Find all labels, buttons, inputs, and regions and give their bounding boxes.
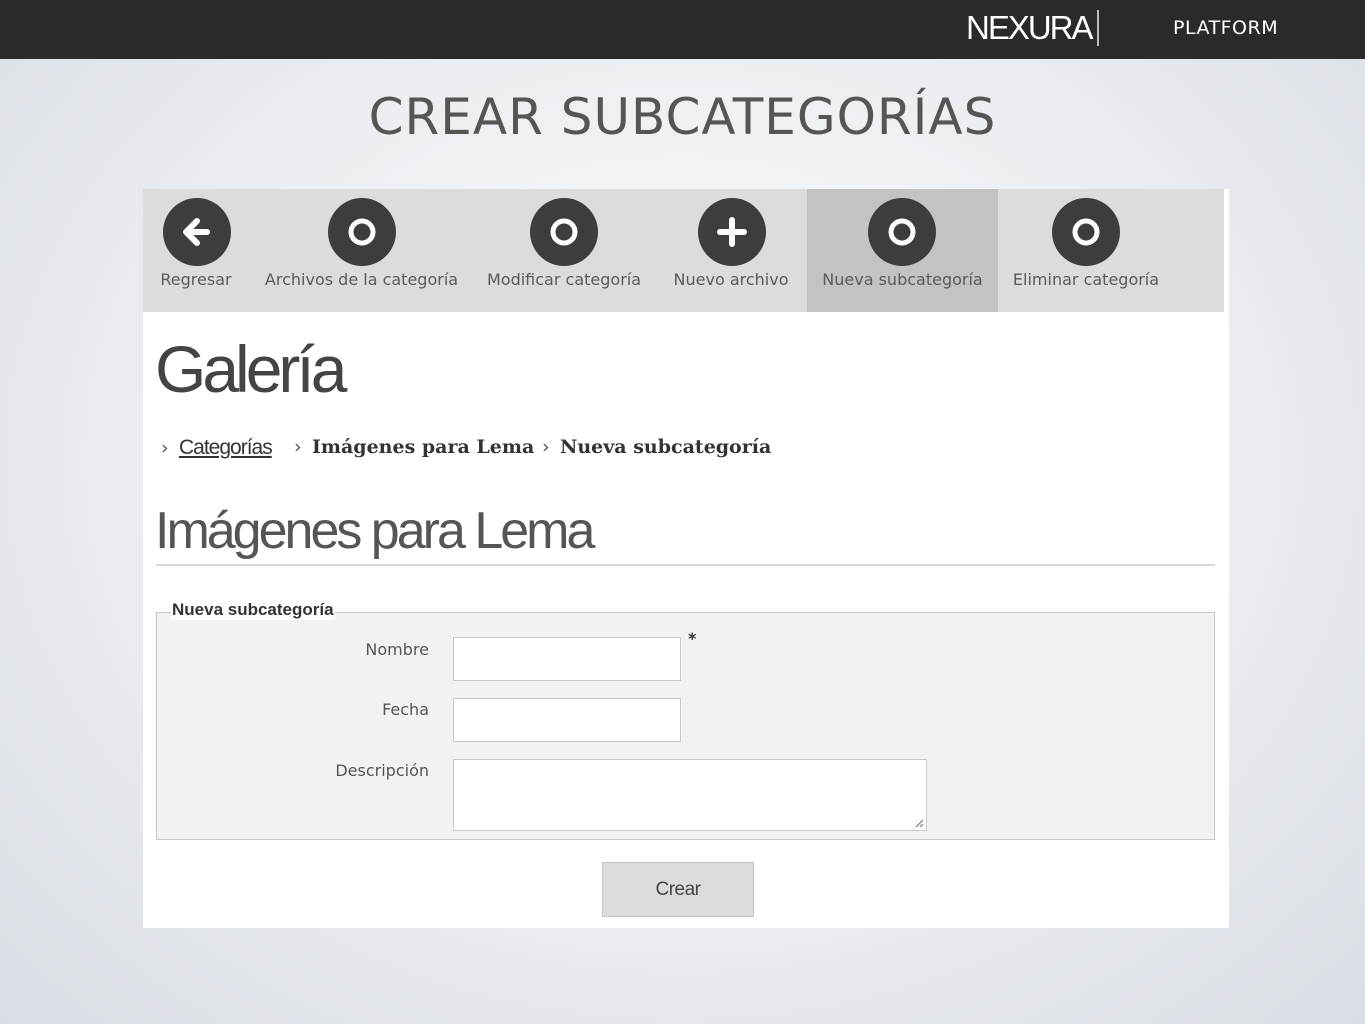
breadcrumb-item-imagenes: › Imágenes para Lema [294, 436, 534, 458]
breadcrumb-label: Imágenes para Lema [312, 436, 535, 458]
toolbar-item-label: Regresar [160, 270, 232, 289]
app-screenshot: Regresar Archivos de la categoría Modifi… [143, 189, 1229, 928]
descripcion-label: Descripción [335, 761, 429, 780]
nombre-field[interactable] [453, 637, 681, 681]
circle-icon [1052, 198, 1120, 266]
descripcion-field[interactable] [453, 759, 927, 831]
toolbar: Regresar Archivos de la categoría Modifi… [143, 189, 1224, 312]
section-title: Imágenes para Lema [155, 502, 595, 560]
toolbar-item-label: Archivos de la categoría [264, 270, 459, 289]
slide-title: CREAR SUBCATEGORÍAS [368, 88, 997, 146]
top-bar: NEXURA PLATFORM [0, 0, 1365, 59]
circle-icon [868, 198, 936, 266]
toolbar-item-label: Nueva subcategoría [822, 270, 983, 289]
toolbar-item-archivos-categoria[interactable]: Archivos de la categoría [249, 189, 474, 312]
breadcrumb-label: Nueva subcategoría [560, 436, 772, 458]
toolbar-item-modificar-categoria[interactable]: Modificar categoría [474, 189, 654, 312]
brand-divider [1097, 10, 1099, 46]
form-legend: Nueva subcategoría [171, 600, 335, 620]
breadcrumb-link[interactable]: Categorías [179, 436, 273, 459]
chevron-right-icon: › [542, 436, 550, 458]
circle-icon [530, 198, 598, 266]
toolbar-item-label: Modificar categoría [486, 270, 642, 289]
circle-icon [328, 198, 396, 266]
chevron-right-icon: › [294, 436, 302, 458]
toolbar-item-label: Eliminar categoría [1012, 270, 1160, 289]
breadcrumb-item-nueva-subcategoria: › Nueva subcategoría [542, 436, 771, 458]
crear-button[interactable]: Crear [602, 862, 754, 917]
breadcrumb-item-categorias[interactable]: › Categorías [161, 436, 273, 460]
chevron-right-icon: › [161, 437, 169, 459]
toolbar-item-label: Nuevo archivo [673, 270, 789, 289]
toolbar-item-nuevo-archivo[interactable]: Nuevo archivo [654, 189, 808, 312]
arrow-left-icon [163, 198, 231, 266]
toolbar-item-eliminar-categoria[interactable]: Eliminar categoría [998, 189, 1174, 312]
nexura-logo: NEXURA [966, 9, 1094, 46]
product-name: PLATFORM [1173, 17, 1279, 39]
resize-grip-icon[interactable] [914, 818, 924, 828]
fecha-field[interactable] [453, 698, 681, 742]
fecha-label: Fecha [382, 700, 429, 719]
section-divider [156, 564, 1215, 566]
toolbar-item-regresar[interactable]: Regresar [143, 189, 249, 312]
plus-icon [698, 198, 766, 266]
toolbar-item-nueva-subcategoria[interactable]: Nueva subcategoría [807, 189, 998, 312]
page-title: Galería [155, 332, 347, 406]
nombre-label: Nombre [365, 640, 429, 659]
required-mark: * [688, 629, 697, 648]
